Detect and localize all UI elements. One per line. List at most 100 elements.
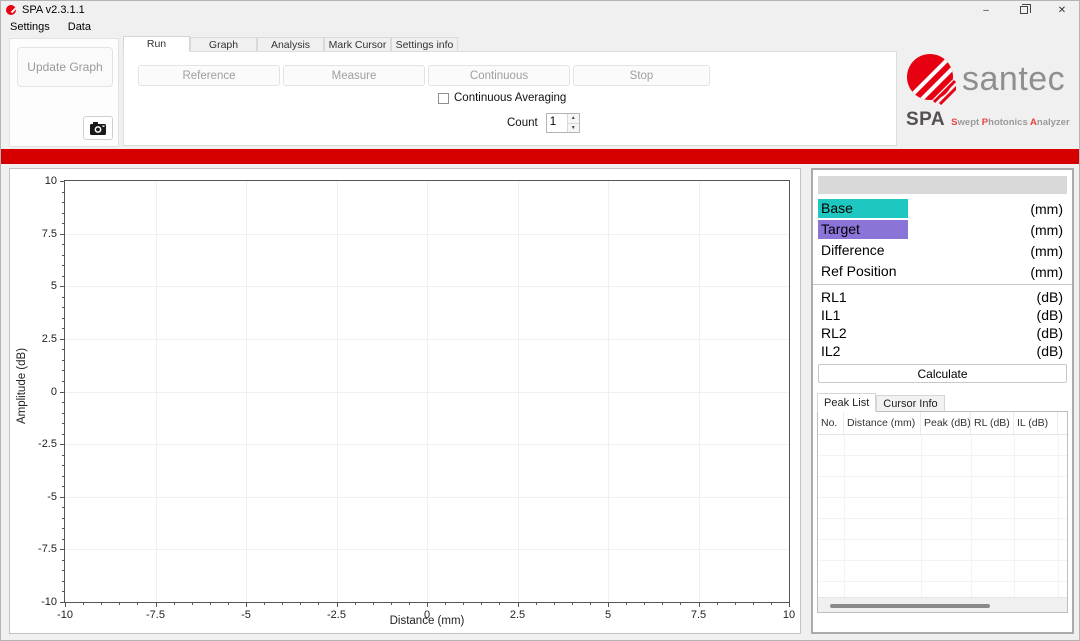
- peak-list-table: No. Distance (mm) Peak (dB) RL (dB) IL (…: [817, 411, 1068, 613]
- calculate-button[interactable]: Calculate: [818, 364, 1067, 383]
- y-minor-tick: [62, 370, 65, 371]
- x-minor-tick: [228, 602, 229, 605]
- list-tabstrip: Peak List Cursor Info: [817, 393, 945, 412]
- count-down-icon[interactable]: ▼: [568, 123, 579, 133]
- left-panel: Update Graph: [9, 38, 119, 147]
- y-minor-tick: [62, 328, 65, 329]
- y-minor-tick: [62, 265, 65, 266]
- y-tick: [60, 181, 65, 182]
- close-button[interactable]: ✕: [1043, 1, 1080, 19]
- x-minor-tick: [174, 602, 175, 605]
- update-graph-button[interactable]: Update Graph: [17, 47, 113, 87]
- difference-row: Difference (mm): [818, 240, 1067, 261]
- screenshot-button[interactable]: [83, 116, 113, 140]
- x-minor-tick: [536, 602, 537, 605]
- tab-mark-cursor[interactable]: Mark Cursor: [324, 37, 391, 52]
- x-minor-tick: [717, 602, 718, 605]
- x-minor-tick: [463, 602, 464, 605]
- titlebar: SPA v2.3.1.1 – ✕: [1, 1, 1080, 19]
- x-axis-title: Distance (mm): [64, 615, 790, 627]
- y-tick-label: 5: [51, 280, 57, 292]
- col-no[interactable]: No.: [818, 412, 844, 434]
- x-minor-tick: [554, 602, 555, 605]
- x-minor-tick: [192, 602, 193, 605]
- tab-run[interactable]: Run: [123, 36, 190, 52]
- y-minor-tick: [62, 255, 65, 256]
- y-minor-tick: [62, 560, 65, 561]
- window-title: SPA v2.3.1.1: [22, 4, 85, 16]
- y-minor-tick: [62, 507, 65, 508]
- x-minor-tick: [481, 602, 482, 605]
- app-window: SPA v2.3.1.1 – ✕ Settings Data Update Gr…: [0, 0, 1080, 641]
- x-minor-tick: [644, 602, 645, 605]
- x-minor-tick: [373, 602, 374, 605]
- chart-panel: -10-7.5-5-2.502.557.510-10-7.5-5-2.502.5…: [9, 168, 801, 634]
- stop-button[interactable]: Stop: [573, 65, 710, 86]
- reference-button[interactable]: Reference: [138, 65, 280, 86]
- rl2-label: RL2: [818, 325, 847, 341]
- x-tick: [65, 602, 66, 607]
- col-distance[interactable]: Distance (mm): [844, 412, 921, 434]
- results-header-bar: [818, 176, 1067, 194]
- il2-unit: (dB): [1037, 343, 1067, 359]
- y-minor-tick: [62, 423, 65, 424]
- count-up-icon[interactable]: ▲: [568, 114, 579, 123]
- continuous-button[interactable]: Continuous: [428, 65, 570, 86]
- tab-graph[interactable]: Graph: [190, 37, 257, 52]
- x-minor-tick: [391, 602, 392, 605]
- hscroll-thumb[interactable]: [830, 604, 990, 608]
- tab-peak-list[interactable]: Peak List: [817, 393, 876, 412]
- x-tick: [337, 602, 338, 607]
- tab-cursor-info[interactable]: Cursor Info: [876, 395, 944, 412]
- accent-bar: [1, 149, 1080, 164]
- x-tick: [518, 602, 519, 607]
- main-tabstrip: Run Graph Analysis Mark Cursor Settings …: [123, 36, 458, 52]
- tab-analysis[interactable]: Analysis: [257, 37, 324, 52]
- y-tick: [60, 497, 65, 498]
- y-gridline: [65, 497, 789, 498]
- difference-unit: (mm): [1030, 243, 1067, 259]
- y-tick: [60, 549, 65, 550]
- y-minor-tick: [62, 244, 65, 245]
- col-rl[interactable]: RL (dB): [971, 412, 1014, 434]
- y-minor-tick: [62, 434, 65, 435]
- y-minor-tick: [62, 349, 65, 350]
- y-minor-tick: [62, 192, 65, 193]
- y-gridline: [65, 234, 789, 235]
- menu-settings[interactable]: Settings: [1, 19, 59, 35]
- restore-icon: [1020, 6, 1028, 14]
- camera-icon: [90, 122, 106, 135]
- continuous-averaging-label: Continuous Averaging: [454, 92, 566, 104]
- restore-button[interactable]: [1005, 1, 1043, 19]
- count-spinner[interactable]: 1 ▲ ▼: [546, 113, 580, 133]
- measure-rows: RL1 (dB) IL1 (dB) RL2 (dB) IL2 (dB): [818, 288, 1067, 360]
- peak-table-body: [818, 435, 1067, 597]
- y-minor-tick: [62, 307, 65, 308]
- x-minor-tick: [572, 602, 573, 605]
- y-tick: [60, 602, 65, 603]
- y-minor-tick: [62, 381, 65, 382]
- y-tick: [60, 444, 65, 445]
- y-gridline: [65, 444, 789, 445]
- target-label: Target: [818, 220, 908, 239]
- plot-area[interactable]: -10-7.5-5-2.502.557.510-10-7.5-5-2.502.5…: [64, 180, 790, 603]
- y-gridline: [65, 549, 789, 550]
- y-minor-tick: [62, 360, 65, 361]
- continuous-averaging-checkbox[interactable]: [438, 93, 449, 104]
- col-peak[interactable]: Peak (dB): [921, 412, 971, 434]
- tab-settings-info[interactable]: Settings info: [391, 37, 458, 52]
- x-minor-tick: [590, 602, 591, 605]
- santec-brand-text: santec: [962, 60, 1065, 99]
- measure-button[interactable]: Measure: [283, 65, 425, 86]
- peak-table-hscrollbar[interactable]: [818, 597, 1067, 613]
- menu-data[interactable]: Data: [59, 19, 100, 35]
- position-rows: Base (mm) Target (mm) Difference (mm) Re…: [818, 198, 1067, 282]
- minimize-button[interactable]: –: [967, 1, 1005, 19]
- il2-label: IL2: [818, 343, 840, 359]
- x-minor-tick: [119, 602, 120, 605]
- y-minor-tick: [62, 318, 65, 319]
- logo-block: santec SPA Swept Photonics Analyzer: [906, 53, 1076, 131]
- y-tick-label: -5: [47, 491, 57, 503]
- y-minor-tick: [62, 276, 65, 277]
- col-il[interactable]: IL (dB): [1014, 412, 1058, 434]
